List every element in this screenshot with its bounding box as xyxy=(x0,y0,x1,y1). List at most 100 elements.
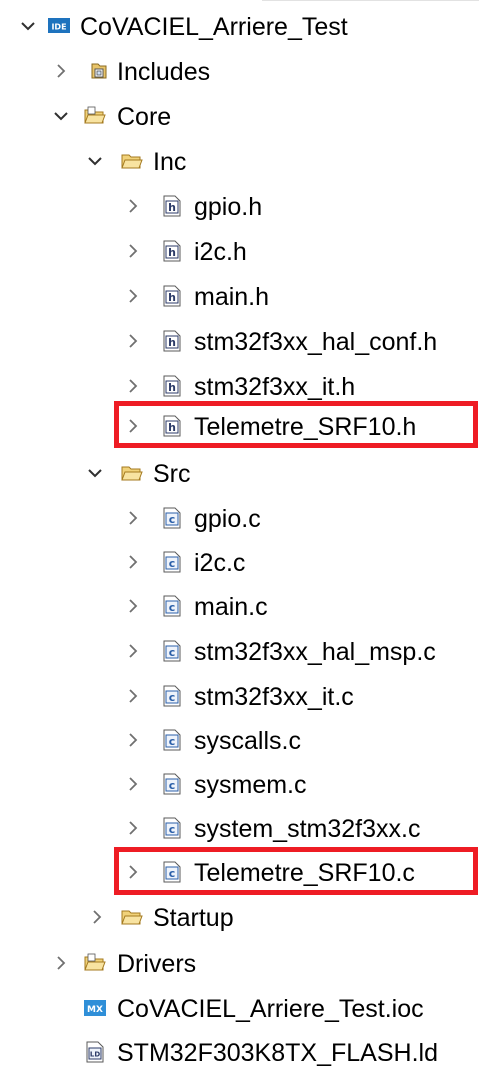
c-file-icon: c xyxy=(161,861,183,883)
tree-item-file[interactable]: c stm32f3xx_hal_msp.c xyxy=(0,630,479,674)
chevron-right-icon[interactable] xyxy=(124,642,142,660)
chevron-right-icon[interactable] xyxy=(124,687,142,705)
tree-item-project[interactable]: IDE CoVACIEL_Arriere_Test xyxy=(0,5,479,49)
chevron-right-icon[interactable] xyxy=(124,242,142,260)
tree-item-label: sysmem.c xyxy=(194,771,307,799)
tree-item-src[interactable]: Src xyxy=(0,452,479,496)
source-folder-icon xyxy=(84,105,106,127)
folder-icon xyxy=(121,462,143,484)
tree-item-file[interactable]: c main.c xyxy=(0,585,479,629)
c-file-icon: c xyxy=(161,773,183,795)
tree-item-label: Drivers xyxy=(117,950,197,978)
chevron-right-icon[interactable] xyxy=(52,62,70,80)
c-file-icon: c xyxy=(161,507,183,529)
tree-item-drivers[interactable]: Drivers xyxy=(0,942,479,986)
chevron-right-icon[interactable] xyxy=(52,954,70,972)
tree-item-label: Inc xyxy=(153,148,187,176)
tree-item-ld-file[interactable]: LD STM32F303K8TX_FLASH.ld xyxy=(0,1031,479,1075)
tree-item-label: Telemetre_SRF10.h xyxy=(194,413,417,441)
chevron-right-icon[interactable] xyxy=(124,597,142,615)
tree-item-file[interactable]: c Telemetre_SRF10.c xyxy=(0,851,479,895)
svg-text:c: c xyxy=(169,823,176,836)
tree-item-includes[interactable]: Includes xyxy=(0,50,479,94)
chevron-right-icon[interactable] xyxy=(124,553,142,571)
tree-item-label: Src xyxy=(153,460,191,488)
tree-item-label: Startup xyxy=(153,904,234,932)
c-file-icon: c xyxy=(161,595,183,617)
chevron-right-icon[interactable] xyxy=(124,819,142,837)
tree-item-file[interactable]: c i2c.c xyxy=(0,541,479,585)
tree-item-file[interactable]: h main.h xyxy=(0,275,479,319)
tree-item-label: main.h xyxy=(194,283,270,311)
chevron-right-icon[interactable] xyxy=(124,863,142,881)
tree-item-file[interactable]: h i2c.h xyxy=(0,230,479,274)
tree-item-startup[interactable]: Startup xyxy=(0,896,479,940)
chevron-right-icon[interactable] xyxy=(124,197,142,215)
svg-text:h: h xyxy=(168,291,176,304)
tree-item-label: syscalls.c xyxy=(194,727,301,755)
tree-item-file[interactable]: c gpio.c xyxy=(0,497,479,541)
svg-text:c: c xyxy=(169,513,176,526)
chevron-right-icon[interactable] xyxy=(124,332,142,350)
tree-item-file[interactable]: c system_stm32f3xx.c xyxy=(0,807,479,851)
chevron-down-icon[interactable] xyxy=(52,107,70,125)
svg-text:c: c xyxy=(169,735,176,748)
tree-item-label: gpio.c xyxy=(194,505,261,533)
tree-item-label: CoVACIEL_Arriere_Test.ioc xyxy=(117,995,424,1023)
svg-text:c: c xyxy=(169,646,176,659)
chevron-right-icon[interactable] xyxy=(124,775,142,793)
mx-file-icon: MX xyxy=(84,997,106,1019)
tree-item-label: gpio.h xyxy=(194,193,263,221)
svg-text:c: c xyxy=(169,779,176,792)
folder-icon xyxy=(121,150,143,172)
tree-item-label: STM32F303K8TX_FLASH.ld xyxy=(117,1039,438,1067)
tree-item-file[interactable]: c sysmem.c xyxy=(0,763,479,807)
source-folder-icon xyxy=(84,952,106,974)
tree-item-file[interactable]: h gpio.h xyxy=(0,185,479,229)
tree-item-label: CoVACIEL_Arriere_Test xyxy=(80,13,348,41)
header-file-icon: h xyxy=(161,240,183,262)
tree-item-label: stm32f3xx_hal_msp.c xyxy=(194,638,436,666)
svg-text:h: h xyxy=(168,336,176,349)
tree-item-label: system_stm32f3xx.c xyxy=(194,815,421,843)
c-file-icon: c xyxy=(161,729,183,751)
tree-item-label: stm32f3xx_it.h xyxy=(194,373,356,401)
svg-text:h: h xyxy=(168,246,176,259)
chevron-down-icon[interactable] xyxy=(86,464,104,482)
project-explorer-tree: IDE CoVACIEL_Arriere_Test Includes Core … xyxy=(0,0,479,1067)
tree-item-file[interactable]: h stm32f3xx_hal_conf.h xyxy=(0,320,479,364)
tree-item-ioc-file[interactable]: MX CoVACIEL_Arriere_Test.ioc xyxy=(0,987,479,1031)
chevron-right-icon[interactable] xyxy=(124,287,142,305)
svg-text:h: h xyxy=(168,201,176,214)
tree-item-label: main.c xyxy=(194,593,268,621)
tree-item-file[interactable]: h Telemetre_SRF10.h xyxy=(0,405,479,449)
tree-item-inc[interactable]: Inc xyxy=(0,140,479,184)
header-file-icon: h xyxy=(161,285,183,307)
tree-item-label: i2c.h xyxy=(194,238,247,266)
chevron-right-icon[interactable] xyxy=(124,509,142,527)
tree-item-label: i2c.c xyxy=(194,549,246,577)
chevron-down-icon[interactable] xyxy=(19,17,37,35)
svg-text:c: c xyxy=(169,867,176,880)
folder-icon xyxy=(121,906,143,928)
chevron-right-icon[interactable] xyxy=(124,417,142,435)
tree-item-label: Includes xyxy=(117,58,211,86)
chevron-right-icon[interactable] xyxy=(124,731,142,749)
chevron-down-icon[interactable] xyxy=(86,152,104,170)
includes-icon xyxy=(88,60,110,82)
chevron-right-icon[interactable] xyxy=(88,908,106,926)
tree-item-core[interactable]: Core xyxy=(0,95,479,139)
tree-item-label: stm32f3xx_hal_conf.h xyxy=(194,328,438,356)
c-file-icon: c xyxy=(161,640,183,662)
header-file-icon: h xyxy=(161,195,183,217)
tree-item-file[interactable]: h stm32f3xx_it.h xyxy=(0,365,479,409)
chevron-right-icon[interactable] xyxy=(124,377,142,395)
header-file-icon: h xyxy=(161,330,183,352)
tree-item-file[interactable]: c stm32f3xx_it.c xyxy=(0,675,479,719)
tree-item-label: Core xyxy=(117,103,172,131)
tree-item-file[interactable]: c syscalls.c xyxy=(0,719,479,763)
svg-text:LD: LD xyxy=(90,1051,100,1059)
c-file-icon: c xyxy=(161,817,183,839)
ide-project-icon: IDE xyxy=(48,15,70,37)
svg-text:IDE: IDE xyxy=(51,23,66,32)
